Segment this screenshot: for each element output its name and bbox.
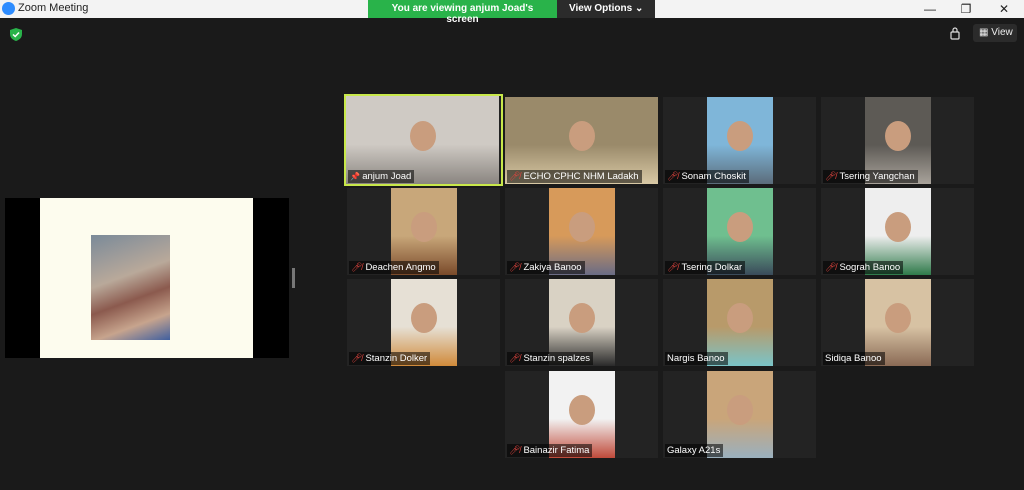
screen-share-banner: You are viewing anjum Joad's screen View… (368, 0, 655, 25)
participant-face (411, 303, 437, 334)
participant-face (727, 212, 753, 243)
view-options-button[interactable]: View Options ⌄ (557, 0, 655, 18)
grid-view-icon: ▦ (979, 27, 992, 38)
participant-face (727, 303, 753, 334)
close-button[interactable]: ✕ (994, 1, 1014, 17)
view-label: View (991, 27, 1013, 38)
participant-tile[interactable]: 🎤︎̸ Sograh Banoo (821, 188, 974, 275)
window-title: Zoom Meeting (18, 2, 89, 14)
participant-tile[interactable]: 🎤︎̸ Sonam Choskit (663, 97, 816, 184)
participant-tile[interactable]: 🎤︎̸ Stanzin Dolker (347, 279, 500, 366)
muted-microphone-icon: 🎤︎̸ (509, 262, 521, 272)
participant-name: Zakiya Banoo (523, 262, 582, 273)
participant-face (569, 395, 595, 426)
participant-name-label: 📌 anjum Joad (348, 170, 415, 183)
participant-name-label: 🎤︎̸ Sonam Choskit (665, 170, 749, 183)
participant-tile[interactable]: Nargis Banoo (663, 279, 816, 366)
muted-microphone-icon: 🎤︎̸ (351, 353, 363, 363)
participant-name-label: 🎤︎̸ Deachen Angmo (349, 261, 439, 274)
security-shield-icon[interactable] (10, 28, 22, 41)
participant-name: Deachen Angmo (365, 262, 436, 273)
muted-microphone-icon: 🎤︎̸ (825, 262, 837, 272)
participant-face (569, 303, 595, 334)
panel-resize-handle[interactable] (292, 268, 295, 288)
participant-face (885, 121, 911, 152)
shared-screen (5, 198, 289, 358)
participant-tile[interactable]: 🎤︎̸ Bainazir Fatima (505, 371, 658, 458)
participant-face (727, 395, 753, 426)
participant-name: Tsering Yangchan (839, 171, 915, 182)
participant-tile[interactable]: 🎤︎̸ Tsering Dolkar (663, 188, 816, 275)
muted-microphone-icon: 🎤︎̸ (351, 262, 363, 272)
participant-tile[interactable]: 🎤︎̸ ECHO CPHC NHM Ladakh (505, 97, 658, 184)
participant-name: Bainazir Fatima (523, 445, 590, 456)
participant-name: Nargis Banoo (667, 353, 725, 364)
participant-tile[interactable]: 🎤︎̸ Tsering Yangchan (821, 97, 974, 184)
participant-name-label: Sidiqa Banoo (823, 352, 885, 365)
participant-name: Sidiqa Banoo (825, 353, 882, 364)
view-button[interactable]: ▦ View (973, 24, 1017, 42)
participant-name: Galaxy A21s (667, 445, 721, 456)
participant-name-label: 🎤︎̸ ECHO CPHC NHM Ladakh (507, 170, 642, 183)
participant-name-label: 🎤︎̸ Tsering Yangchan (823, 170, 918, 183)
participant-face (569, 212, 595, 243)
participant-name-label: 🎤︎̸ Sograh Banoo (823, 261, 904, 274)
participant-name: Sonam Choskit (681, 171, 746, 182)
muted-microphone-icon: 🎤︎̸ (509, 353, 521, 363)
participant-name-label: Galaxy A21s (665, 444, 724, 457)
participant-name-label: 🎤︎̸ Bainazir Fatima (507, 444, 593, 457)
lock-icon[interactable] (949, 26, 961, 40)
participant-name-label: 🎤︎̸ Zakiya Banoo (507, 261, 585, 274)
participant-name-label: 🎤︎̸ Tsering Dolkar (665, 261, 746, 274)
minimize-button[interactable]: — (920, 1, 940, 17)
participant-name-label: 🎤︎̸ Stanzin Dolker (349, 352, 431, 365)
clinical-photo (91, 235, 170, 340)
participant-name: Stanzin Dolker (365, 353, 428, 364)
participant-name: Sograh Banoo (839, 262, 901, 273)
participant-face (727, 121, 753, 152)
pin-icon: 📌 (350, 172, 363, 181)
restore-button[interactable]: ❐ (956, 1, 976, 17)
muted-microphone-icon: 🎤︎̸ (667, 171, 679, 181)
participant-tile[interactable]: 🎤︎̸ Zakiya Banoo (505, 188, 658, 275)
participant-tile[interactable]: 🎤︎̸ Stanzin spalzes (505, 279, 658, 366)
participant-face (885, 212, 911, 243)
participant-tile[interactable]: Galaxy A21s (663, 371, 816, 458)
participant-tile[interactable]: Sidiqa Banoo (821, 279, 974, 366)
muted-microphone-icon: 🎤︎̸ (667, 262, 679, 272)
participant-face (885, 303, 911, 334)
title-bar: Zoom Meeting You are viewing anjum Joad'… (0, 0, 1024, 25)
participant-tile[interactable]: 📌 anjum Joad (344, 94, 503, 186)
participant-name: anjum Joad (362, 171, 412, 182)
participant-face (411, 212, 437, 243)
zoom-logo-icon (2, 2, 15, 15)
participant-name-label: Nargis Banoo (665, 352, 728, 365)
participant-tile[interactable]: 🎤︎̸ Deachen Angmo (347, 188, 500, 275)
participant-face (409, 120, 436, 151)
presentation-slide (40, 198, 253, 358)
participant-name: Tsering Dolkar (681, 262, 743, 273)
participant-name: Stanzin spalzes (523, 353, 590, 364)
participant-name-label: 🎤︎̸ Stanzin spalzes (507, 352, 593, 365)
muted-microphone-icon: 🎤︎̸ (509, 171, 521, 181)
participant-name: ECHO CPHC NHM Ladakh (523, 171, 639, 182)
viewing-screen-message: You are viewing anjum Joad's screen (368, 0, 557, 25)
muted-microphone-icon: 🎤︎̸ (509, 445, 521, 455)
muted-microphone-icon: 🎤︎̸ (825, 171, 837, 181)
participant-face (568, 121, 595, 152)
